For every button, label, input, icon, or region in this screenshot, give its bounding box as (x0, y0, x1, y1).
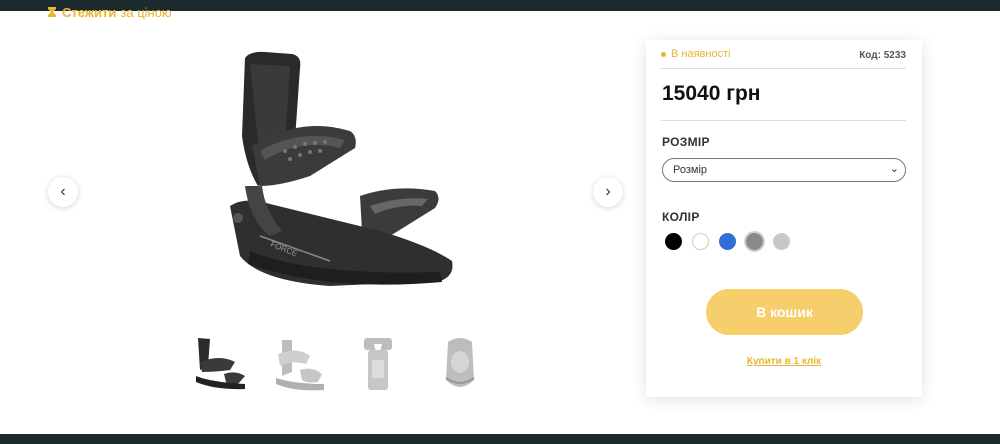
gallery-next-button[interactable]: › (593, 177, 623, 207)
watch-price-bold: Стежити (62, 4, 117, 20)
thumbnail-4[interactable] (430, 332, 490, 398)
product-code: Код: 5233 (859, 50, 906, 61)
add-to-cart-button[interactable]: В кошик (706, 289, 863, 335)
stock-text: В наявності (671, 48, 731, 60)
thumbnail-1[interactable] (190, 332, 250, 398)
chevron-down-icon: ⌄ (889, 163, 899, 175)
size-select[interactable]: Розмір ⌄ (662, 158, 906, 182)
size-select-value: Розмір (673, 164, 708, 176)
thumbnail-3[interactable] (350, 332, 410, 398)
product-purchase-card: В наявності Код: 5233 15040 грн РОЗМІР Р… (646, 40, 922, 397)
gallery-prev-button[interactable]: ‹ (48, 177, 78, 207)
stock-status: В наявності (661, 48, 731, 60)
chevron-right-icon: › (605, 183, 611, 200)
color-swatch-white[interactable] (692, 233, 709, 250)
chevron-left-icon: ‹ (60, 183, 66, 200)
product-gallery: FORCE (190, 36, 480, 321)
thumbnail-2[interactable] (270, 332, 330, 398)
stock-dot-icon (661, 51, 666, 57)
watch-price-link[interactable]: Стежити за ціною (46, 4, 172, 20)
color-label: КОЛІР (662, 210, 700, 224)
watch-price-rest: за ціною (120, 4, 172, 20)
divider (661, 68, 906, 69)
color-swatch-light-gray[interactable] (773, 233, 790, 250)
product-price: 15040 грн (662, 82, 761, 105)
color-swatch-blue[interactable] (719, 233, 736, 250)
color-swatch-black[interactable] (665, 233, 682, 250)
thumbnail-strip (190, 332, 490, 398)
color-swatch-gray[interactable] (746, 233, 763, 250)
size-label: РОЗМІР (662, 135, 710, 149)
bottom-bar (0, 434, 1000, 444)
hourglass-icon (48, 7, 56, 17)
divider (661, 120, 906, 121)
main-product-image[interactable]: FORCE (190, 36, 480, 321)
buy-one-click-link[interactable]: Купити в 1 клік (646, 356, 922, 367)
